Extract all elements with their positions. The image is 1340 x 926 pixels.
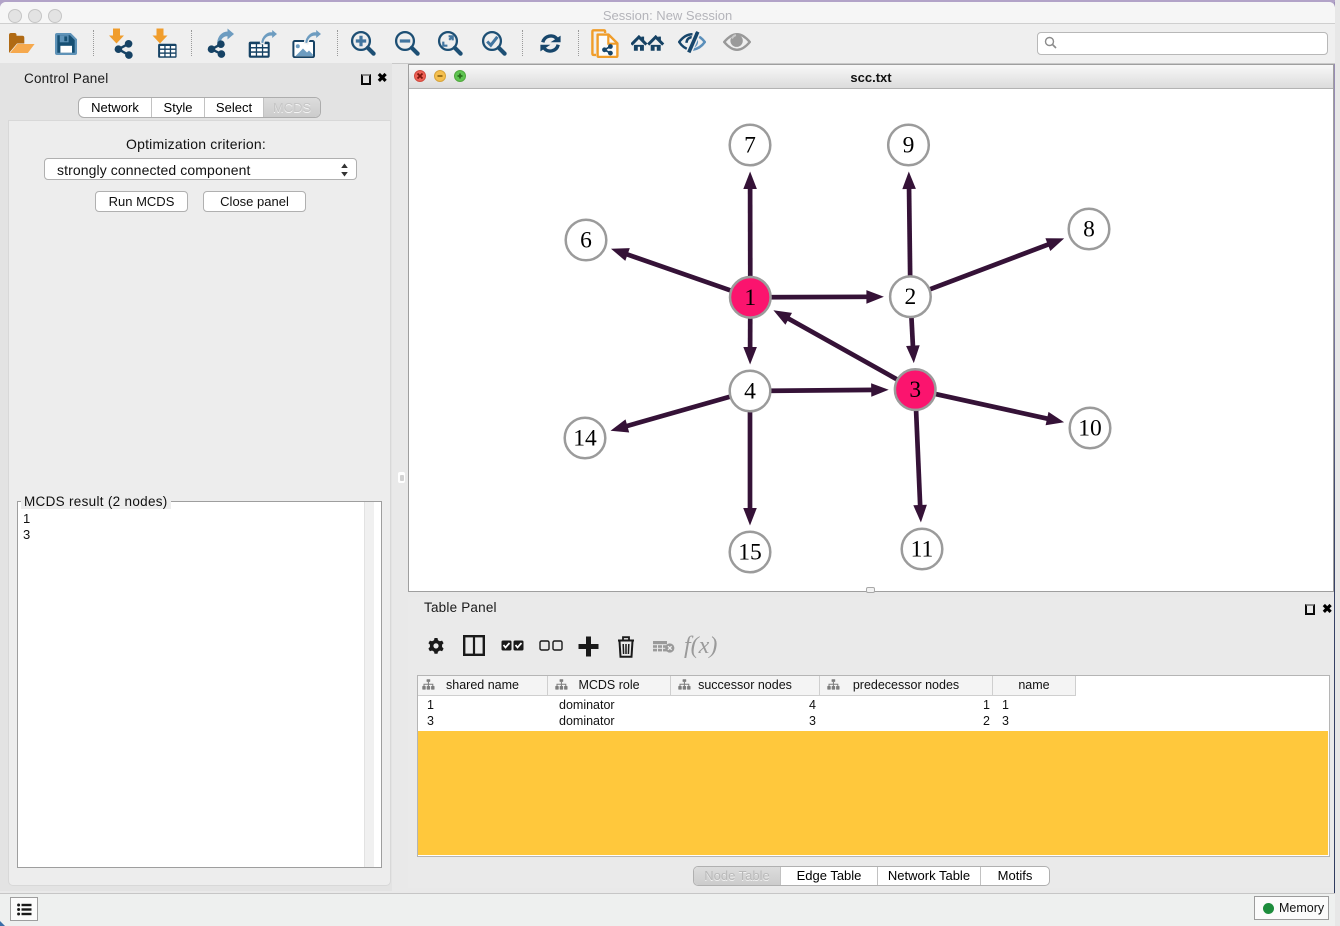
svg-text:2: 2 [905,284,917,310]
svg-text:9: 9 [903,133,915,159]
svg-text:7: 7 [744,133,756,159]
svg-text:10: 10 [1078,416,1102,442]
svg-text:4: 4 [744,379,756,405]
svg-text:8: 8 [1083,217,1095,243]
svg-text:11: 11 [911,537,934,563]
svg-text:3: 3 [909,377,921,403]
svg-text:1: 1 [744,285,756,311]
svg-text:15: 15 [738,540,762,566]
svg-text:14: 14 [573,426,597,452]
svg-text:6: 6 [580,228,592,254]
